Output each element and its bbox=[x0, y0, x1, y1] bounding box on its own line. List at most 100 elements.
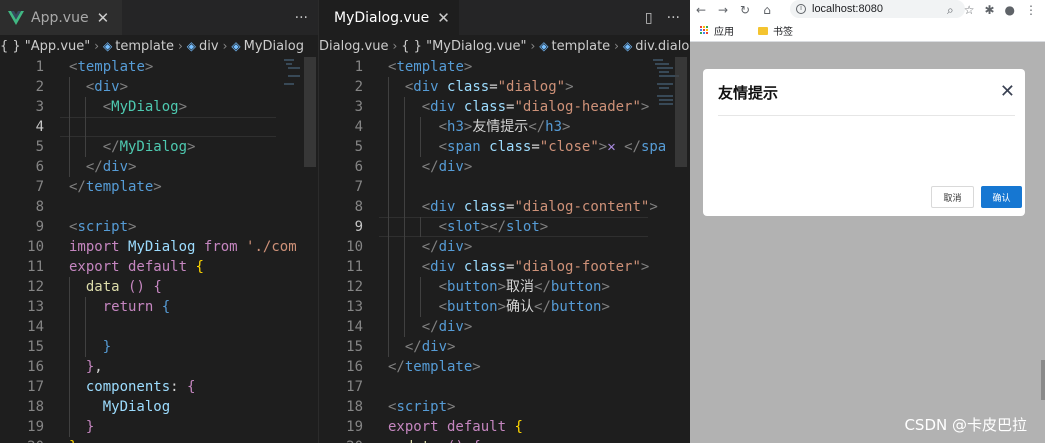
code-line: 18 MyDialog bbox=[27, 399, 171, 415]
code-line: 20} bbox=[0, 437, 318, 443]
tab-mydialog-vue[interactable]: MyDialog.vue ✕ bbox=[319, 0, 459, 35]
chevron-right-icon: › bbox=[614, 39, 619, 53]
code-line: 17 bbox=[346, 379, 363, 395]
editor-pane-app-vue: App.vue ✕ ··· { } "App.vue" › ◈ template… bbox=[0, 0, 318, 443]
code-line: 1 <template> bbox=[35, 59, 154, 75]
code-line: 2 <div class="dialog"> bbox=[354, 79, 574, 95]
reload-icon[interactable]: ↻ bbox=[734, 3, 756, 17]
chevron-right-icon: › bbox=[530, 39, 536, 53]
info-icon[interactable]: i bbox=[796, 4, 806, 14]
breadcrumb-item[interactable]: div bbox=[199, 39, 219, 54]
dialog-title: 友情提示 bbox=[718, 84, 779, 102]
bookmark-label: 书签 bbox=[773, 27, 793, 38]
scrollbar[interactable] bbox=[675, 57, 687, 167]
code-line: 14 bbox=[27, 319, 44, 335]
element-icon: ◈ bbox=[231, 39, 241, 53]
cancel-button[interactable]: 取消 bbox=[931, 186, 974, 208]
star-icon[interactable]: ☆ bbox=[964, 3, 975, 17]
code-line: 14 </div> bbox=[346, 319, 473, 335]
scrollbar[interactable] bbox=[304, 57, 316, 167]
code-line: 9 <slot></slot> bbox=[354, 219, 549, 235]
close-icon[interactable]: ✕ bbox=[97, 9, 110, 27]
code-line: 13 <button>确认</button> bbox=[346, 299, 610, 315]
breadcrumb-item[interactable]: template bbox=[551, 39, 610, 54]
split-editor-icon[interactable]: ▯ bbox=[645, 10, 653, 26]
chevron-right-icon: › bbox=[392, 39, 398, 53]
code-line: 15 } bbox=[27, 339, 112, 355]
profile-icon[interactable]: ● bbox=[1005, 3, 1015, 17]
tab-label: MyDialog.vue bbox=[334, 9, 430, 26]
dialog: 友情提示 ✕ 取消 确认 bbox=[703, 69, 1025, 216]
code-line: 10 import MyDialog from './com bbox=[27, 239, 297, 255]
code-line: 3 <MyDialog> bbox=[35, 99, 188, 115]
address-bar[interactable]: i localhost:8080 bbox=[790, 0, 965, 18]
folder-icon bbox=[758, 26, 768, 35]
code-line: 11 <div class="dialog-footer"> bbox=[346, 259, 650, 275]
code-line: 11 export default { bbox=[27, 259, 204, 275]
code-line: 2 <div> bbox=[35, 79, 129, 95]
divider bbox=[718, 115, 1015, 116]
breadcrumb-item[interactable]: { } "MyDialog.vue" bbox=[401, 39, 526, 54]
code-line: 10 </div> bbox=[346, 239, 473, 255]
code-line: 4 bbox=[35, 119, 44, 135]
code-line: 6 </div> bbox=[35, 159, 137, 175]
tab-bar: MyDialog.vue ✕ ▯ ··· bbox=[319, 0, 690, 35]
code-line: 20 data () { bbox=[319, 437, 690, 443]
bookmarks-bar: 应用 书签 bbox=[690, 20, 1045, 42]
close-icon[interactable]: ✕ bbox=[437, 9, 450, 27]
breadcrumb: Dialog.vue › { } "MyDialog.vue" › ◈ temp… bbox=[319, 35, 690, 57]
code-line: 7 </template> bbox=[35, 179, 162, 195]
close-icon[interactable]: ✕ bbox=[1000, 81, 1015, 102]
home-icon[interactable]: ⌂ bbox=[756, 3, 778, 17]
element-icon: ◈ bbox=[622, 39, 633, 53]
tab-label: App.vue bbox=[31, 9, 89, 26]
code-line: 7 bbox=[354, 179, 363, 195]
code-line: 8 <div class="dialog-content"> bbox=[354, 199, 658, 215]
code-line: 12 data () { bbox=[27, 279, 162, 295]
code-line: 6 </div> bbox=[354, 159, 473, 175]
code-line: 9 <script> bbox=[35, 219, 137, 235]
code-line: 17 components: { bbox=[27, 379, 196, 395]
bookmark-apps[interactable]: 应用 bbox=[700, 23, 734, 38]
apps-grid-icon bbox=[700, 26, 709, 35]
menu-icon[interactable]: ⋮ bbox=[1025, 3, 1037, 17]
forward-icon[interactable]: → bbox=[712, 3, 734, 17]
tab-app-vue[interactable]: App.vue ✕ bbox=[0, 0, 122, 35]
code-line: 18 <script> bbox=[346, 399, 456, 415]
breadcrumb-item[interactable]: template bbox=[115, 39, 174, 54]
chevron-right-icon: › bbox=[177, 39, 183, 53]
vue-file-icon bbox=[8, 10, 24, 25]
code-line: 4 <h3>友情提示</h3> bbox=[354, 119, 571, 135]
breadcrumb-item[interactable]: MyDialog bbox=[244, 39, 304, 54]
code-line: 8 bbox=[35, 199, 44, 215]
breadcrumb: { } "App.vue" › ◈ template › ◈ div › ◈ M… bbox=[0, 35, 318, 57]
breadcrumb-item[interactable]: div.dialog bbox=[635, 39, 690, 54]
code-line: 5 <span class="close">✕ </spa bbox=[354, 139, 667, 155]
code-line: 16 </template> bbox=[346, 359, 481, 375]
url-text: localhost:8080 bbox=[812, 3, 883, 15]
code-editor[interactable]: 1 <template> 2 <div class="dialog"> 3 <di… bbox=[319, 57, 690, 443]
code-line: 15 </div> bbox=[346, 339, 456, 355]
browser-toolbar: ← → ↻ ⌂ i localhost:8080 ⌕ ☆ ✱ ● ⋮ bbox=[690, 0, 1045, 20]
more-actions-icon[interactable]: ··· bbox=[667, 10, 680, 26]
element-icon: ◈ bbox=[103, 39, 113, 53]
search-icon[interactable]: ⌕ bbox=[947, 3, 954, 18]
code-editor[interactable]: 1 <template> 2 <div> 3 <MyDialog> 4 5 </M… bbox=[0, 57, 318, 443]
tab-bar: App.vue ✕ ··· bbox=[0, 0, 318, 35]
scrollbar[interactable] bbox=[1041, 360, 1045, 400]
extensions-icon[interactable]: ✱ bbox=[984, 3, 994, 17]
editor-pane-mydialog-vue: MyDialog.vue ✕ ▯ ··· Dialog.vue › { } "M… bbox=[318, 0, 690, 443]
back-icon[interactable]: ← bbox=[690, 3, 712, 17]
breadcrumb-item[interactable]: { } "App.vue" bbox=[0, 39, 90, 54]
code-line: 5 </MyDialog> bbox=[35, 139, 196, 155]
bookmark-label: 应用 bbox=[714, 27, 734, 38]
confirm-button[interactable]: 确认 bbox=[981, 186, 1022, 208]
watermark: CSDN @卡皮巴拉 bbox=[904, 416, 1027, 434]
code-line: 19 export default { bbox=[346, 419, 523, 435]
bookmark-folder[interactable]: 书签 bbox=[758, 23, 793, 38]
element-icon: ◈ bbox=[186, 39, 197, 53]
more-actions-icon[interactable]: ··· bbox=[295, 10, 308, 26]
breadcrumb-item[interactable]: Dialog.vue bbox=[319, 39, 388, 54]
chevron-right-icon: › bbox=[222, 39, 228, 53]
code-line: 12 <button>取消</button> bbox=[346, 279, 610, 295]
